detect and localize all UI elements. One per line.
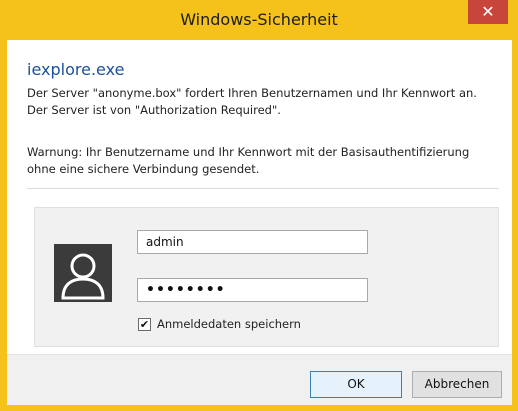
dialog-content: iexplore.exe Der Server "anonyme.box" fo… <box>7 40 512 405</box>
server-message: Der Server "anonyme.box" fordert Ihren B… <box>27 86 477 117</box>
close-button[interactable]: ✕ <box>468 0 508 24</box>
cancel-button[interactable]: Abbrechen <box>412 371 502 398</box>
close-icon: ✕ <box>481 2 495 21</box>
window-frame: Windows-Sicherheit ✕ iexplore.exe Der Se… <box>0 0 518 411</box>
divider <box>27 188 499 189</box>
remember-label[interactable]: Anmeldedaten speichern <box>157 317 301 331</box>
ok-button[interactable]: OK <box>310 371 402 398</box>
remember-checkbox[interactable]: ✔ <box>138 318 151 331</box>
password-input[interactable]: •••••••• <box>137 278 368 302</box>
title-bar[interactable]: Windows-Sicherheit ✕ <box>0 0 518 40</box>
username-input[interactable]: admin <box>137 230 368 254</box>
security-warning: Warnung: Ihr Benutzername und Ihr Kennwo… <box>27 145 470 176</box>
window-title: Windows-Sicherheit <box>180 10 338 29</box>
app-name: iexplore.exe <box>27 60 125 79</box>
user-icon <box>54 244 112 302</box>
